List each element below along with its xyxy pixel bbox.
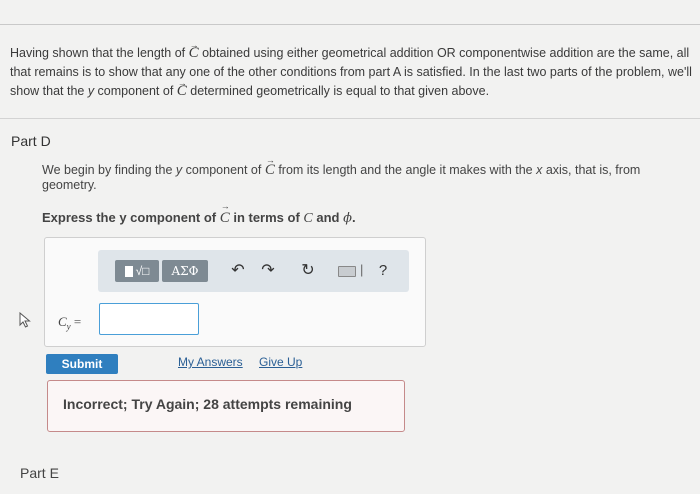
top-divider (0, 24, 700, 25)
intro-text-1: Having shown that the length of (10, 46, 189, 60)
greek-symbols-button[interactable]: ΑΣΦ (162, 260, 208, 282)
desc-text-1: We begin by finding the (42, 163, 176, 177)
cy-equals: = (70, 314, 82, 329)
vector-c-symbol: C (220, 210, 230, 226)
redo-icon[interactable]: ↷ (258, 260, 278, 282)
express-text-4: . (351, 210, 356, 225)
section-divider (0, 118, 700, 119)
intro-text-3: component of (94, 84, 177, 98)
cy-var: C (58, 314, 67, 329)
part-d-title[interactable]: Part D (11, 133, 51, 149)
give-up-link[interactable]: Give Up (259, 355, 302, 369)
feedback-message: Incorrect; Try Again; 28 attempts remain… (63, 396, 352, 412)
express-text-3: and (312, 210, 344, 225)
express-c-var: C (303, 211, 313, 226)
part-d-description: We begin by finding the y component of C… (42, 163, 692, 193)
undo-icon[interactable]: ↶ (228, 260, 248, 282)
help-button[interactable]: ? (373, 260, 393, 282)
reset-icon[interactable]: ↻ (298, 260, 318, 282)
mouse-cursor-icon (19, 312, 31, 328)
vector-c-symbol: C (189, 45, 199, 61)
express-text-1: Express the y component of (42, 210, 220, 225)
keyboard-icon[interactable] (338, 266, 356, 277)
vector-c-symbol: C (177, 83, 187, 99)
desc-text-3: from its length and the angle it makes w… (274, 163, 537, 177)
templates-label: √□ (135, 264, 150, 278)
template-square-icon (124, 266, 133, 278)
express-text-2: in terms of (229, 210, 304, 225)
math-toolbar: √□ ΑΣΦ ↶ ↷ ↻ | ? (98, 250, 409, 292)
submit-button[interactable]: Submit (46, 354, 118, 374)
intro-paragraph: Having shown that the length of C obtain… (10, 44, 698, 101)
vector-c-symbol: C (265, 162, 275, 178)
templates-button[interactable]: √□ (115, 260, 159, 282)
desc-text-2: component of (182, 163, 265, 177)
my-answers-link[interactable]: My Answers (178, 355, 243, 369)
express-phi-var: ϕ (343, 211, 352, 226)
feedback-box: Incorrect; Try Again; 28 attempts remain… (47, 380, 405, 432)
toolbar-separator: | (360, 262, 364, 277)
answer-input[interactable] (99, 303, 199, 335)
part-e-title[interactable]: Part E (20, 465, 59, 481)
express-instruction: Express the y component of C in terms of… (42, 210, 356, 227)
cy-label: Cy = (58, 314, 81, 332)
intro-text-4: determined geometrically is equal to tha… (186, 84, 490, 98)
